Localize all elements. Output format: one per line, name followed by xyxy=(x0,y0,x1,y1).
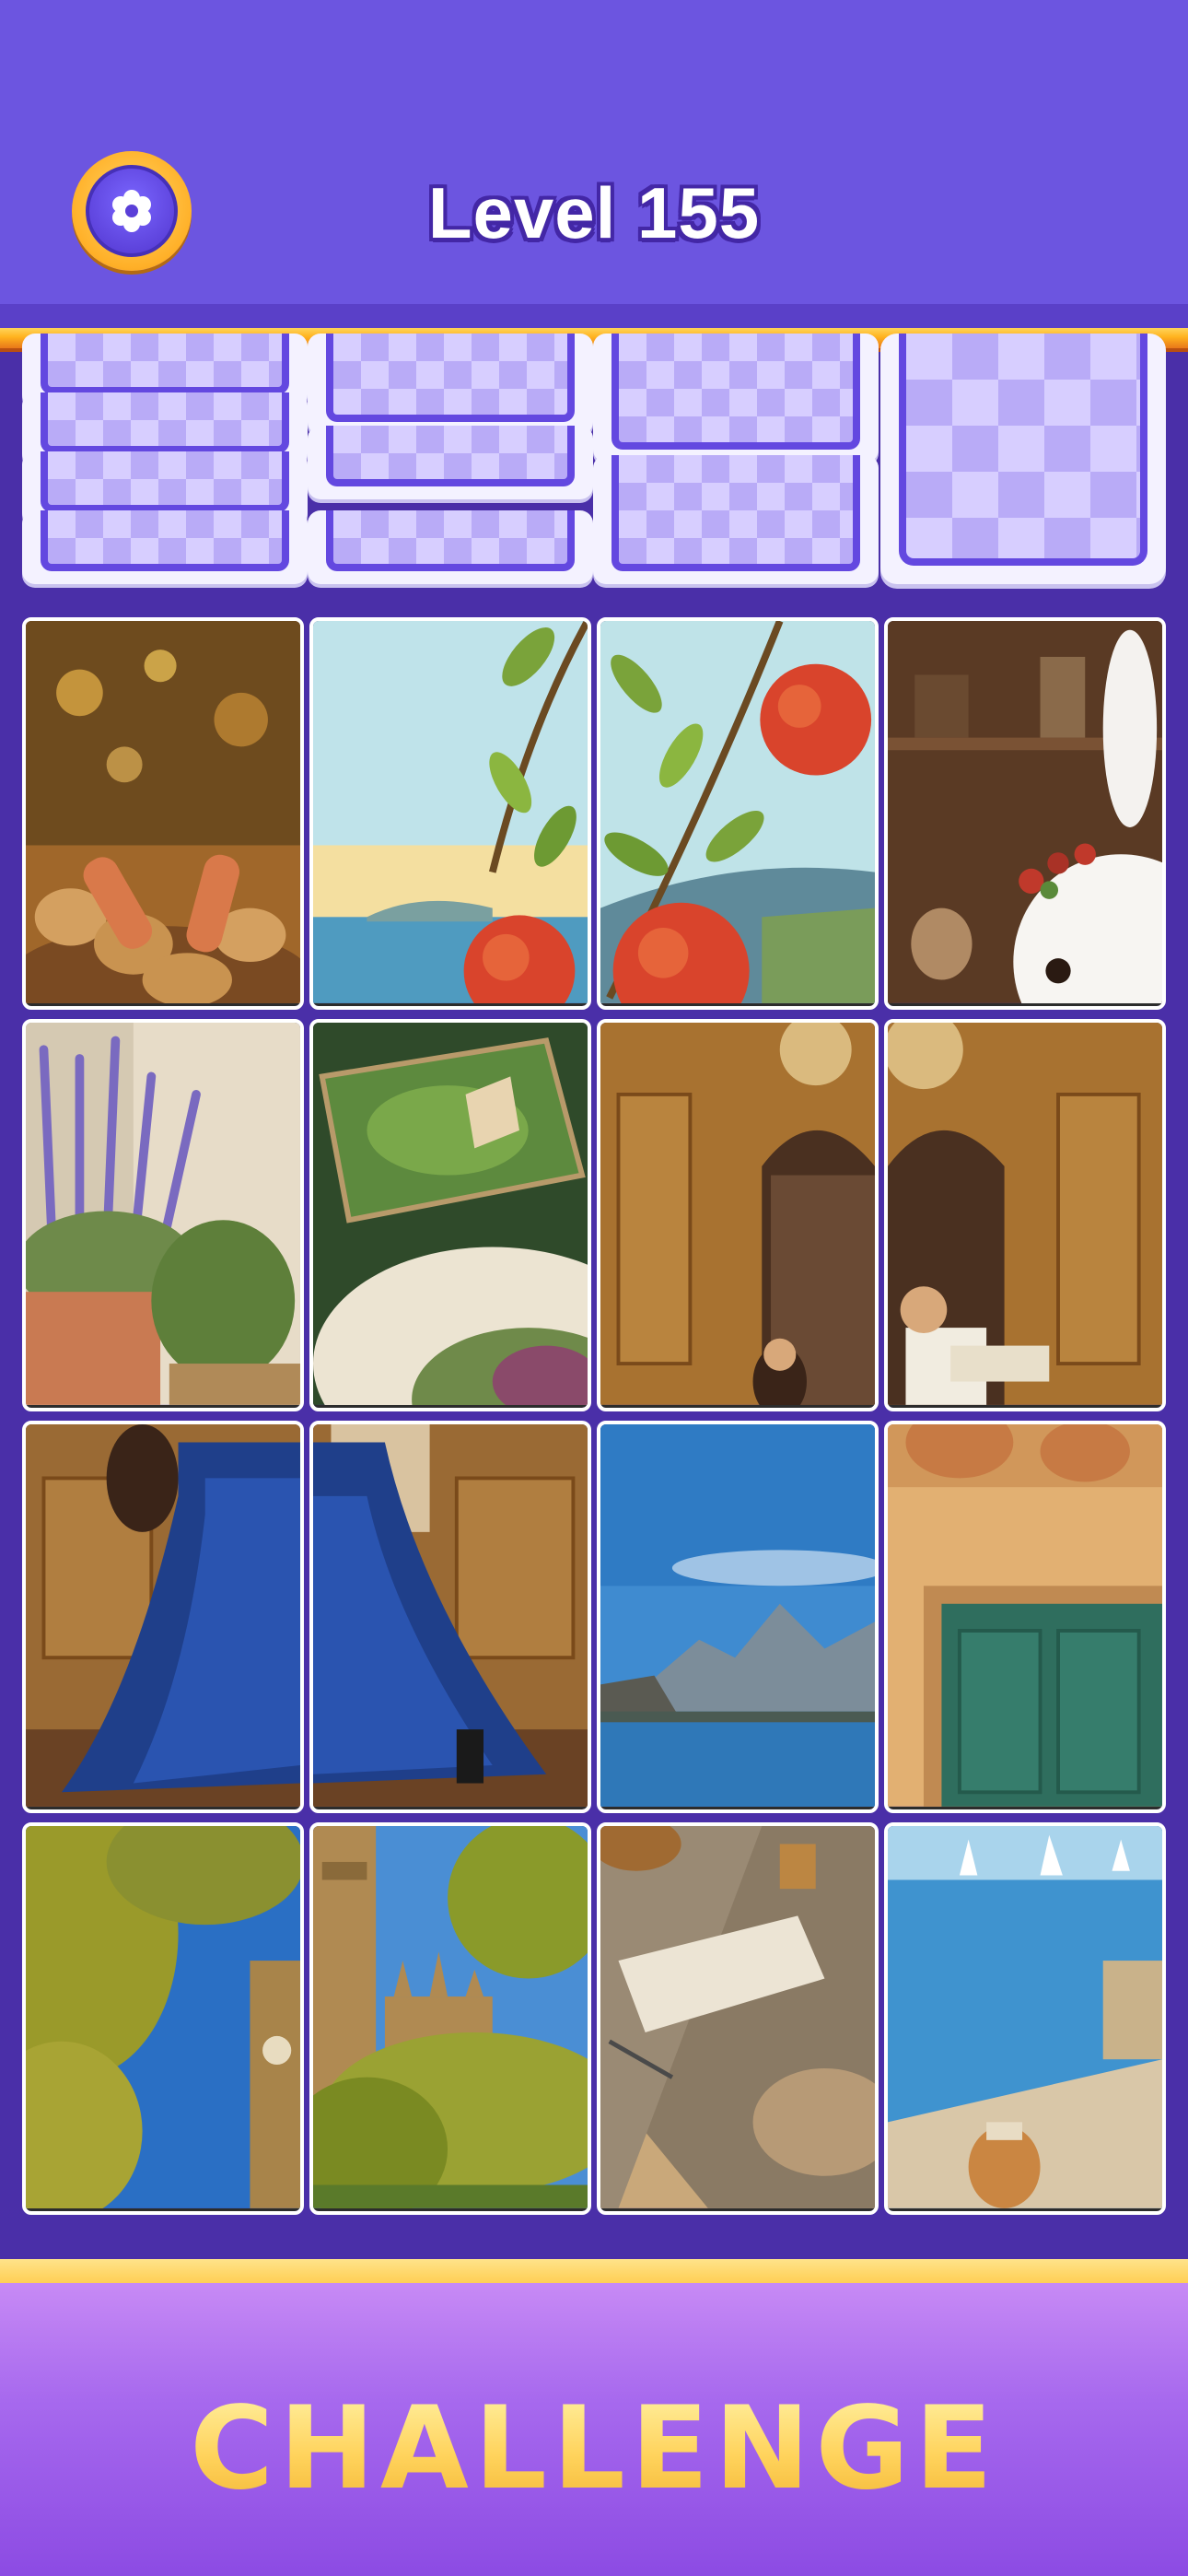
tile-notebook-table[interactable] xyxy=(597,1822,879,2215)
stack-card xyxy=(593,455,879,584)
tile-ballroom-arch-left[interactable] xyxy=(597,1019,879,1411)
tile-potatoes-basket[interactable] xyxy=(22,617,304,1010)
tile-blue-dress-right[interactable] xyxy=(309,1421,591,1813)
tile-ballroom-couple[interactable] xyxy=(884,1019,1166,1411)
tile-trees-clocktower[interactable] xyxy=(22,1822,304,2215)
tile-sea-pomegranate-left[interactable] xyxy=(309,617,591,1010)
tile-terrarium-plate[interactable] xyxy=(309,1019,591,1411)
puzzle-grid xyxy=(22,617,1166,2217)
stack-card xyxy=(308,426,593,499)
tile-white-bunny[interactable] xyxy=(884,617,1166,1010)
header-bar xyxy=(0,0,1188,313)
tile-mountain-lake[interactable] xyxy=(597,1421,879,1813)
tile-green-door[interactable] xyxy=(884,1421,1166,1813)
tile-blue-dress-left[interactable] xyxy=(22,1421,304,1813)
tile-pomegranate-branch[interactable] xyxy=(597,617,879,1010)
level-title: Level 155 xyxy=(427,172,761,253)
big-card-pattern xyxy=(899,334,1147,566)
stack-card xyxy=(308,510,593,584)
footer-gold-stripe xyxy=(0,2259,1188,2283)
card-stack-4[interactable] xyxy=(880,334,1166,584)
stack-card xyxy=(22,510,308,584)
challenge-button[interactable]: CHALLENGE xyxy=(0,2383,1188,2515)
tile-lavender-herbs[interactable] xyxy=(22,1019,304,1411)
stack-card xyxy=(593,334,879,463)
tile-sea-sailboats[interactable] xyxy=(884,1822,1166,2215)
tile-clocktower-garden[interactable] xyxy=(309,1822,591,2215)
stack-card xyxy=(308,334,593,435)
